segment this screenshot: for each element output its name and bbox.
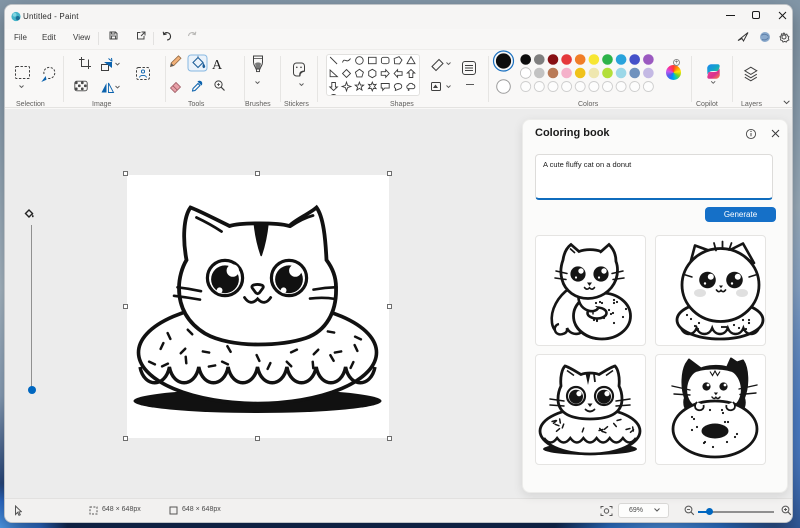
svg-text:A: A xyxy=(212,58,223,73)
